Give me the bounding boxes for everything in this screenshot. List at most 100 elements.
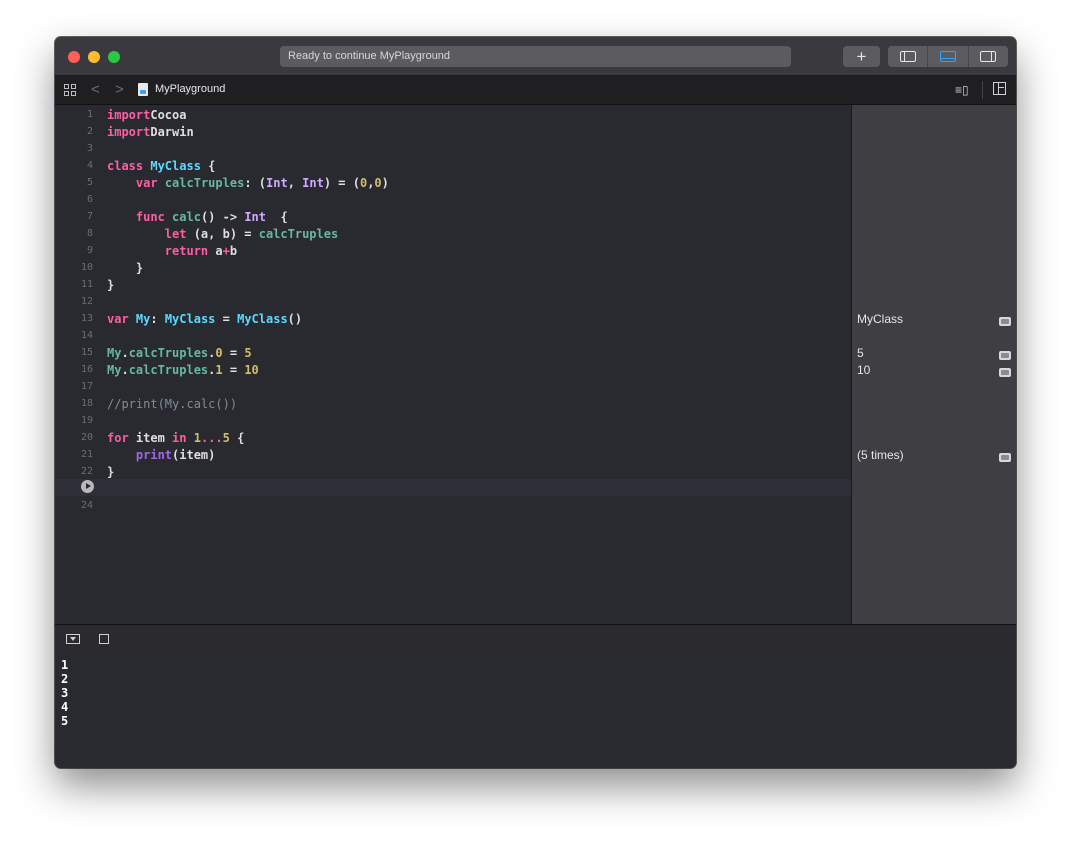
code-token: + (222, 244, 230, 258)
add-button[interactable]: + (843, 46, 880, 67)
code-token: var (107, 312, 129, 326)
line-number: 10 (80, 262, 93, 273)
code-line: } (107, 278, 114, 292)
code-token: { (229, 431, 245, 445)
code-token: } (107, 278, 115, 292)
code-token: , (287, 176, 303, 190)
code-token: Int (302, 176, 324, 190)
line-number: 4 (86, 160, 93, 171)
code-line: importCocoa (107, 108, 186, 122)
code-token: Int (244, 210, 266, 224)
line-number: 12 (80, 296, 93, 307)
quick-look-icon[interactable] (999, 317, 1011, 326)
code-token: (a, b) = (186, 227, 259, 241)
console-line: 1 (61, 658, 69, 672)
run-line-button[interactable] (81, 480, 94, 493)
line-number: 17 (80, 381, 93, 392)
line-number: 21 (80, 449, 93, 460)
toggle-inspector-button[interactable] (969, 46, 1008, 67)
code-token: return (164, 244, 209, 258)
result-value: 5 (857, 346, 864, 360)
code-token: MyClass (237, 312, 288, 326)
related-items-grid-icon[interactable] (64, 84, 76, 96)
line-number: 22 (80, 466, 93, 477)
code-token: 10 (244, 363, 259, 377)
toggle-navigator-button[interactable] (888, 46, 929, 67)
code-token: (item) (172, 448, 216, 462)
code-token: = (222, 363, 245, 377)
code-token: 1 (193, 431, 201, 445)
code-token: calc (172, 210, 201, 224)
line-number: 24 (80, 500, 93, 511)
code-token: import (107, 108, 151, 122)
code-line: print(item) (107, 448, 215, 462)
minimize-button[interactable] (88, 51, 100, 63)
zoom-button[interactable] (108, 51, 120, 63)
close-button[interactable] (68, 51, 80, 63)
code-line: func calc() -> Int { (107, 210, 288, 224)
quick-look-icon[interactable] (999, 368, 1011, 377)
line-number: 1 (86, 109, 93, 120)
line-number: 16 (80, 364, 93, 375)
line-number: 8 (86, 228, 93, 239)
code-token: var (135, 176, 158, 190)
code-token: 5 (222, 431, 230, 445)
stop-icon[interactable] (99, 634, 109, 644)
code-line: My.calcTruples.0 = 5 (107, 346, 252, 360)
result-value: MyClass (857, 312, 904, 326)
code-token: = (222, 346, 245, 360)
code-token: ) = ( (323, 176, 360, 190)
add-editor-icon[interactable] (993, 82, 1006, 95)
toggle-debug-area-button[interactable] (928, 46, 969, 67)
playground-window: Ready to continue MyPlayground + < > MyP… (55, 37, 1016, 768)
line-number: 5 (86, 177, 93, 188)
code-token: calcTruples (128, 346, 209, 360)
line-number: 20 (80, 432, 93, 443)
layout-toggle-group (888, 46, 1008, 67)
code-token: () (287, 312, 303, 326)
code-token: { (200, 159, 216, 173)
code-token: . (121, 346, 129, 360)
code-editor[interactable]: 1 2 3 4 5 6 7 8 9 10 11 12 13 14 15 16 17 18 19 20 21 22 24 im… (55, 105, 851, 624)
code-token: { (266, 210, 288, 224)
line-number: 14 (80, 330, 93, 341)
code-token: print (135, 448, 173, 462)
jumpbar-divider (982, 81, 983, 99)
code-token: 1 (215, 363, 223, 377)
code-token: class (107, 159, 144, 173)
breadcrumb-file[interactable]: MyPlayground (155, 83, 225, 95)
line-number: 15 (80, 347, 93, 358)
jump-bar: < > MyPlayground ≡▯ (55, 76, 1016, 105)
code-token: //print(My.calc()) (107, 397, 238, 411)
console-line: 2 (61, 672, 69, 686)
code-token: } (107, 261, 144, 275)
line-number: 7 (86, 211, 93, 222)
line-number: 13 (80, 313, 93, 324)
quick-look-icon[interactable] (999, 453, 1011, 462)
line-number-gutter: 1 2 3 4 5 6 7 8 9 10 11 12 13 14 15 16 17 18 19 20 21 22 24 (55, 105, 99, 624)
code-token: 0 (374, 176, 382, 190)
console-line: 3 (61, 686, 69, 700)
code-token: a (208, 244, 223, 258)
code-token: : ( (244, 176, 266, 190)
forward-chevron-icon[interactable]: > (115, 81, 124, 98)
back-chevron-icon[interactable]: < (91, 81, 100, 98)
code-token: ... (200, 431, 223, 445)
code-line: My.calcTruples.1 = 10 (107, 363, 259, 377)
title-bar: Ready to continue MyPlayground + (55, 37, 1016, 76)
code-line: //print(My.calc()) (107, 397, 237, 411)
hide-debug-area-icon[interactable] (66, 634, 80, 644)
current-line-highlight (55, 479, 851, 496)
quick-look-icon[interactable] (999, 351, 1011, 360)
code-line: } (107, 465, 114, 479)
line-number: 6 (86, 194, 93, 205)
code-token: for (107, 431, 129, 445)
list-lines-icon[interactable]: ≡▯ (955, 83, 969, 97)
code-token: b (229, 244, 238, 258)
code-token: Cocoa (150, 108, 187, 122)
